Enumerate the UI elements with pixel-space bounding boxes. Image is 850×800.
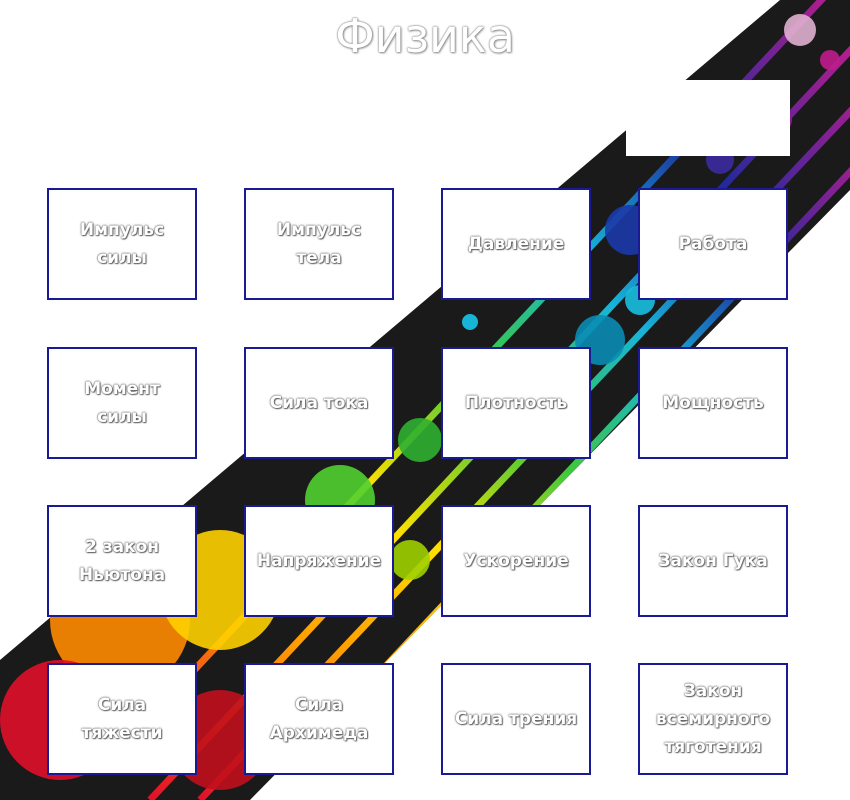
card-label: Закон всемирного тяготения (655, 681, 771, 757)
card-impulse-force[interactable]: Импульс силы (47, 188, 197, 300)
card-pressure[interactable]: Давление (441, 188, 591, 300)
card-label: Напряжение (256, 551, 382, 571)
card-friction-force[interactable]: Сила трения (441, 663, 591, 775)
card-archimedes-force[interactable]: Сила Архимеда (244, 663, 394, 775)
card-label: Сила тока (269, 393, 369, 413)
card-label: Импульс тела (276, 220, 362, 268)
card-label: Мощность (662, 393, 764, 413)
card-torque[interactable]: Момент силы (47, 347, 197, 459)
card-label: Плотность (464, 393, 568, 413)
card-label: Момент силы (84, 379, 160, 427)
card-label: Работа (678, 234, 748, 254)
card-label: Сила трения (454, 709, 578, 729)
card-label: Импульс силы (79, 220, 165, 268)
card-label: 2 закон Ньютона (78, 537, 166, 585)
card-work[interactable]: Работа (638, 188, 788, 300)
card-voltage[interactable]: Напряжение (244, 505, 394, 617)
page-title: Физика (335, 9, 515, 63)
card-hooke-law[interactable]: Закон Гука (638, 505, 788, 617)
card-density[interactable]: Плотность (441, 347, 591, 459)
card-label: Ускорение (463, 551, 569, 571)
card-current[interactable]: Сила тока (244, 347, 394, 459)
card-universal-gravitation[interactable]: Закон всемирного тяготения (638, 663, 788, 775)
card-gravity-force[interactable]: Сила тяжести (47, 663, 197, 775)
header-panel (626, 80, 790, 156)
card-impulse-body[interactable]: Импульс тела (244, 188, 394, 300)
card-label: Сила Архимеда (269, 695, 369, 743)
card-newton-second-law[interactable]: 2 закон Ньютона (47, 505, 197, 617)
card-label: Закон Гука (658, 551, 768, 571)
card-power[interactable]: Мощность (638, 347, 788, 459)
card-acceleration[interactable]: Ускорение (441, 505, 591, 617)
card-label: Сила тяжести (81, 695, 163, 743)
card-label: Давление (467, 234, 565, 254)
